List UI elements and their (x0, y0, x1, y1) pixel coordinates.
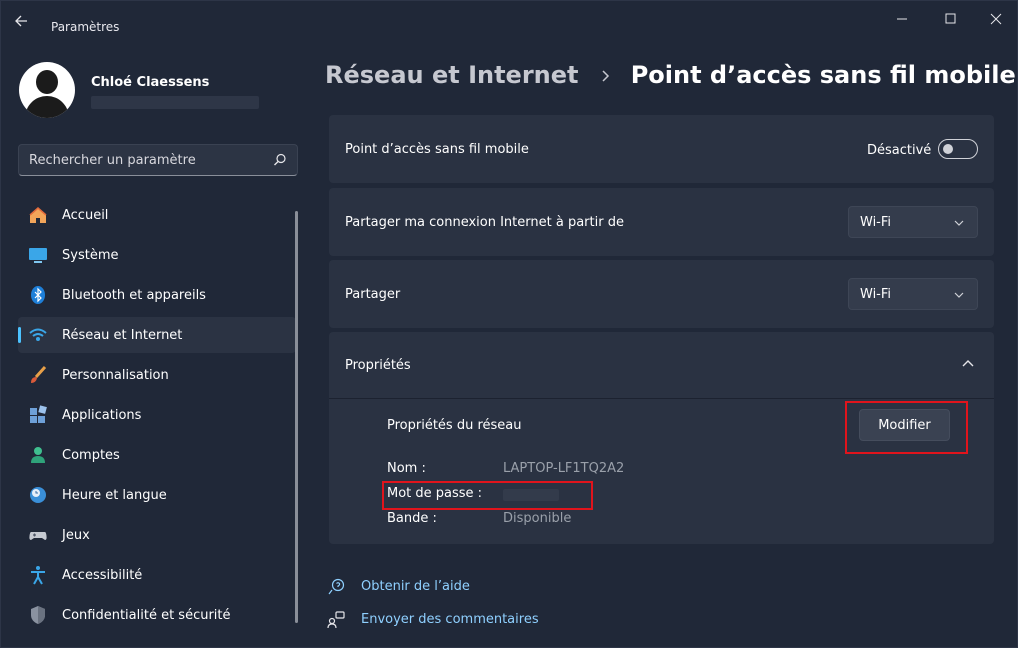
sidebar-item-label: Système (62, 248, 119, 263)
hotspot-toggle[interactable] (938, 139, 978, 159)
sidebar-item-jeux[interactable]: Jeux (18, 517, 296, 553)
title-bar: Paramètres (1, 1, 1017, 41)
sidebar-item-bluetooth[interactable]: Bluetooth et appareils (18, 277, 296, 313)
sidebar-nav: Accueil Système Bluetooth et appareils R (18, 197, 296, 637)
sidebar-item-applications[interactable]: Applications (18, 397, 296, 433)
minimize-button[interactable] (881, 9, 921, 31)
share-over-label: Partager (345, 287, 401, 302)
close-button[interactable] (976, 9, 1016, 31)
password-highlight-box (382, 481, 593, 510)
sidebar-item-label: Bluetooth et appareils (62, 288, 206, 303)
breadcrumb-parent[interactable]: Réseau et Internet (325, 61, 579, 89)
hotspot-state-text: Désactivé (867, 143, 932, 158)
accessibility-icon (31, 566, 45, 585)
home-icon (29, 207, 47, 223)
share-from-label: Partager ma connexion Internet à partir … (345, 215, 624, 230)
maximize-button[interactable] (930, 9, 970, 31)
properties-card: Propriétés Propriétés du réseau Modifier… (329, 332, 994, 544)
brush-icon (31, 365, 47, 383)
avatar-head (36, 70, 58, 94)
sidebar-item-systeme[interactable]: Système (18, 237, 296, 273)
name-value: LAPTOP-LF1TQ2A2 (503, 461, 625, 476)
sidebar-item-label: Heure et langue (62, 488, 167, 503)
close-icon (990, 13, 1002, 25)
breadcrumb: Réseau et Internet Point d’accès sans fi… (325, 61, 1016, 97)
hotspot-card: Point d’accès sans fil mobile Désactivé (329, 115, 994, 183)
sidebar-item-label: Confidentialité et sécurité (62, 608, 231, 623)
bluetooth-icon (31, 286, 45, 304)
avatar[interactable] (19, 62, 75, 118)
display-icon (29, 248, 47, 263)
feedback-link-label: Envoyer des commentaires (361, 612, 539, 627)
share-over-dropdown[interactable]: Wi-Fi (848, 278, 978, 310)
app-title: Paramètres (51, 20, 120, 34)
wifi-icon (29, 328, 47, 341)
help-link-label: Obtenir de l’aide (361, 579, 470, 594)
search-box[interactable] (18, 144, 298, 176)
sidebar-item-label: Applications (62, 408, 142, 423)
chevron-down-icon (954, 292, 964, 298)
user-email-redacted (91, 96, 259, 109)
page-title: Point d’accès sans fil mobile (630, 61, 1016, 89)
sidebar-item-label: Accueil (62, 208, 109, 223)
chevron-down-icon (954, 220, 964, 226)
hotspot-label: Point d’accès sans fil mobile (345, 142, 529, 157)
search-input[interactable] (19, 145, 269, 175)
sidebar-item-label: Accessibilité (62, 568, 143, 583)
sidebar-item-confidentialite[interactable]: Confidentialité et sécurité (18, 597, 296, 633)
properties-header[interactable]: Propriétés (329, 332, 994, 399)
maximize-icon (945, 13, 956, 24)
user-name: Chloé Claessens (91, 75, 210, 90)
chevron-right-icon (602, 70, 609, 82)
share-from-card: Partager ma connexion Internet à partir … (329, 188, 994, 256)
sidebar-item-personnalisation[interactable]: Personnalisation (18, 357, 296, 393)
gamepad-icon (29, 532, 47, 540)
settings-window: Paramètres Chloé Claessens Rechercher un… (0, 0, 1018, 648)
sidebar-item-label: Comptes (62, 448, 120, 463)
name-key: Nom : (387, 461, 426, 476)
search-icon[interactable] (273, 153, 287, 167)
sidebar-item-heure[interactable]: Heure et langue (18, 477, 296, 513)
chevron-up-icon[interactable] (961, 359, 975, 369)
network-properties-title: Propriétés du réseau (387, 418, 522, 433)
shield-icon (31, 606, 45, 624)
sidebar-item-label: Jeux (62, 528, 90, 543)
account-icon (31, 447, 45, 463)
sidebar-item-accessibilite[interactable]: Accessibilité (18, 557, 296, 593)
help-icon (328, 578, 345, 595)
sidebar-item-label: Réseau et Internet (62, 328, 183, 343)
clock-globe-icon (30, 487, 46, 503)
modify-highlight-box (845, 401, 968, 454)
back-button[interactable] (13, 13, 41, 31)
sidebar-item-label: Personnalisation (62, 368, 169, 383)
apps-icon (30, 405, 47, 423)
active-indicator (18, 327, 21, 343)
properties-title: Propriétés (345, 358, 411, 373)
dropdown-value: Wi-Fi (860, 215, 892, 230)
band-key: Bande : (387, 511, 437, 526)
minimize-icon (897, 18, 907, 20)
feedback-icon (327, 611, 345, 629)
band-value: Disponible (503, 511, 572, 526)
share-over-card: Partager Wi-Fi (329, 260, 994, 328)
sidebar-item-accueil[interactable]: Accueil (18, 197, 296, 233)
back-arrow-icon (15, 15, 27, 27)
share-from-dropdown[interactable]: Wi-Fi (848, 206, 978, 238)
dropdown-value: Wi-Fi (860, 287, 892, 302)
sidebar-scrollbar[interactable] (295, 211, 298, 623)
avatar-body (25, 96, 69, 118)
toggle-knob (943, 144, 953, 154)
sidebar-item-reseau[interactable]: Réseau et Internet (18, 317, 296, 353)
sidebar-item-comptes[interactable]: Comptes (18, 437, 296, 473)
